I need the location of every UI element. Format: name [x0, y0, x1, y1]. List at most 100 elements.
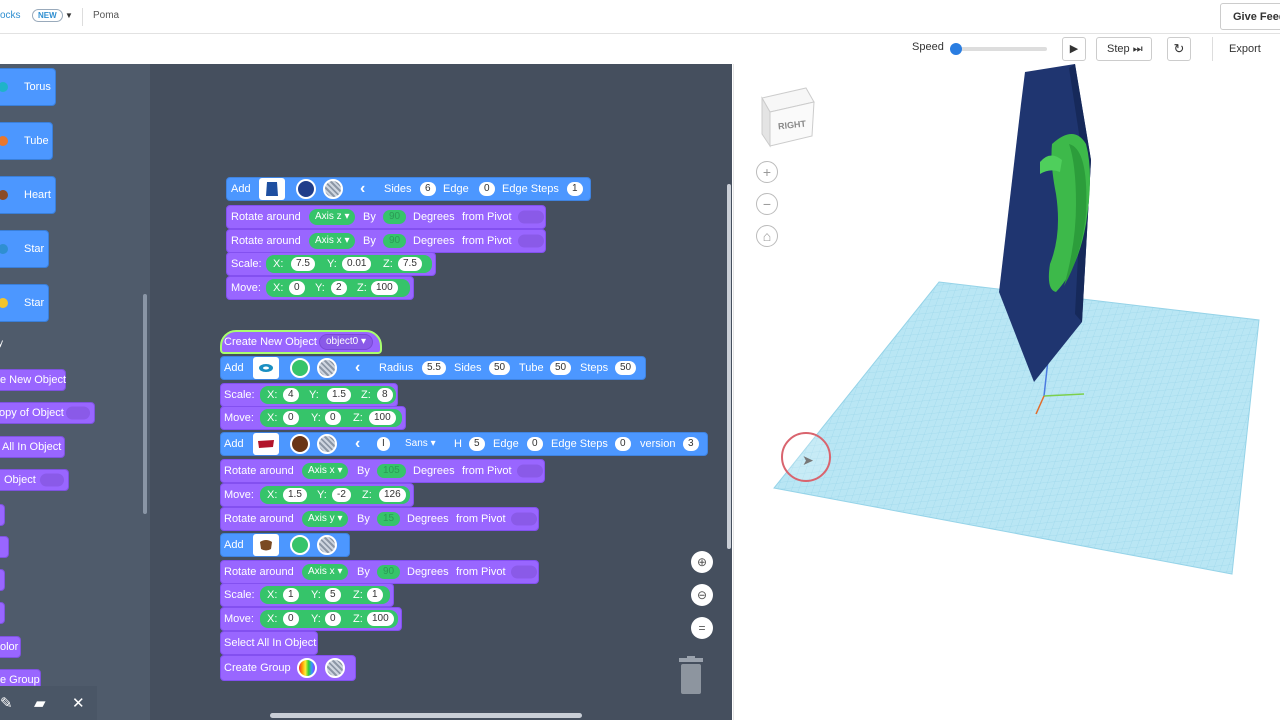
steps-input[interactable]: 50: [615, 361, 637, 375]
view-cube[interactable]: RIGHT: [758, 84, 818, 148]
rainbow-color-picker[interactable]: [297, 658, 317, 678]
edge-input[interactable]: 0: [479, 182, 495, 196]
scale-block[interactable]: Scale: X: 7.5 Y: 0.01 Z: 7.5: [226, 252, 436, 276]
blocks-workspace[interactable]: Add ‹ Sides 6 Edge 0 Edge Steps 1 Rotate…: [150, 64, 732, 720]
close-icon[interactable]: ✕: [72, 694, 85, 712]
palette-star-block[interactable]: Star: [0, 230, 49, 268]
rotate-around-block[interactable]: Rotate around Axis x ▾ By 105 Degrees fr…: [220, 459, 545, 483]
palette-block[interactable]: [0, 602, 5, 624]
scale-x-input[interactable]: 1: [283, 588, 299, 602]
rotate-around-block[interactable]: Rotate around Axis y ▾ By 15 Degrees fro…: [220, 507, 539, 531]
scale-y-input[interactable]: 5: [325, 588, 341, 602]
add-heart-block[interactable]: Add: [220, 533, 350, 557]
palette-color-block[interactable]: olor: [0, 636, 21, 658]
move-block[interactable]: Move: X: 0 Y: 2 Z: 100: [226, 276, 414, 300]
palette-torus-block[interactable]: Torus: [0, 68, 56, 106]
scale-y-input[interactable]: 0.01: [342, 257, 372, 271]
speed-slider-handle[interactable]: [950, 43, 962, 55]
zoom-in-view-icon[interactable]: +: [756, 161, 778, 183]
add-shape-block[interactable]: Add ‹ Sides 6 Edge 0 Edge Steps 1: [226, 177, 591, 201]
app-brand[interactable]: ocks: [0, 10, 21, 21]
zoom-in-icon[interactable]: ⊕: [691, 551, 713, 573]
home-view-icon[interactable]: ⌂: [756, 225, 778, 247]
move-z-input[interactable]: 100: [369, 411, 396, 425]
palette-select-all-block[interactable]: All In Object: [0, 436, 65, 458]
material-picker[interactable]: [317, 358, 337, 378]
shape-thumbnail[interactable]: [253, 357, 279, 379]
degrees-input[interactable]: 90: [383, 234, 407, 248]
scale-block[interactable]: Scale: X: 1 Y: 5 Z: 1: [220, 583, 394, 607]
scale-x-input[interactable]: 4: [283, 388, 299, 402]
palette-tube-block[interactable]: Tube: [0, 122, 53, 160]
text-input[interactable]: I: [377, 437, 390, 451]
create-new-object-block[interactable]: Create New Object object0 ▾: [220, 330, 382, 354]
move-z-input[interactable]: 100: [367, 612, 394, 626]
font-dropdown[interactable]: Sans ▾: [399, 436, 442, 452]
material-picker[interactable]: [317, 434, 337, 454]
degrees-input[interactable]: 105: [377, 464, 406, 478]
pivot-input-slot[interactable]: [511, 512, 537, 526]
palette-block[interactable]: [0, 504, 5, 526]
speed-slider-track[interactable]: [955, 47, 1047, 51]
move-y-input[interactable]: 2: [331, 281, 347, 295]
color-picker[interactable]: [290, 358, 310, 378]
radius-input[interactable]: 5.5: [422, 361, 446, 375]
add-torus-block[interactable]: Add ‹ Radius 5.5 Sides 50 Tube 50 Steps …: [220, 356, 646, 380]
shape-thumbnail[interactable]: [253, 534, 279, 556]
create-group-block[interactable]: Create Group: [220, 655, 356, 681]
eraser-icon[interactable]: ▰: [34, 694, 46, 712]
edge-steps-input[interactable]: 0: [615, 437, 631, 451]
chevron-left-icon[interactable]: ‹: [360, 180, 365, 198]
palette-create-new-object-block[interactable]: e New Object: [0, 369, 66, 391]
material-picker[interactable]: [317, 535, 337, 555]
palette-copy-of-object-block[interactable]: opy of Object: [0, 402, 95, 424]
move-x-input[interactable]: 0: [283, 411, 299, 425]
degrees-input[interactable]: 90: [383, 210, 407, 224]
move-y-input[interactable]: 0: [325, 411, 341, 425]
axis-dropdown[interactable]: Axis z ▾: [309, 209, 356, 225]
pivot-input-slot[interactable]: [517, 464, 543, 478]
step-button[interactable]: Step ⏭: [1096, 37, 1152, 61]
select-all-in-object-block[interactable]: Select All In Object: [220, 631, 318, 655]
pencil-icon[interactable]: ✎: [0, 694, 13, 712]
move-z-input[interactable]: 126: [379, 488, 406, 502]
height-input[interactable]: 5: [469, 437, 485, 451]
chevron-left-icon[interactable]: ‹: [355, 359, 360, 377]
version-input[interactable]: 3: [683, 437, 699, 451]
edge-steps-input[interactable]: 1: [567, 182, 583, 196]
chevron-down-icon[interactable]: ▼: [65, 11, 73, 20]
degrees-input[interactable]: 90: [377, 565, 401, 579]
document-title[interactable]: Poma: [93, 10, 119, 21]
palette-star-block-2[interactable]: Star: [0, 284, 49, 322]
material-picker[interactable]: [325, 658, 345, 678]
degrees-input[interactable]: 15: [377, 512, 401, 526]
object-name-dropdown[interactable]: object0 ▾: [319, 334, 374, 350]
move-block[interactable]: Move: X: 1.5 Y: -2 Z: 126: [220, 483, 414, 507]
scale-block[interactable]: Scale: X: 4 Y: 1.5 Z: 8: [220, 383, 398, 407]
axis-dropdown[interactable]: Axis x ▾: [309, 233, 356, 249]
move-z-input[interactable]: 100: [371, 281, 398, 295]
scale-z-input[interactable]: 7.5: [398, 257, 422, 271]
tube-input[interactable]: 50: [550, 361, 572, 375]
color-picker[interactable]: [290, 434, 310, 454]
palette-scrollbar[interactable]: [143, 294, 147, 514]
scale-x-input[interactable]: 7.5: [291, 257, 315, 271]
palette-block[interactable]: [0, 569, 5, 591]
rotate-around-block[interactable]: Rotate around Axis x ▾ By 90 Degrees fro…: [226, 229, 546, 253]
play-button[interactable]: ▶: [1062, 37, 1086, 61]
trash-icon[interactable]: [677, 656, 705, 696]
color-picker[interactable]: [290, 535, 310, 555]
zoom-out-view-icon[interactable]: −: [756, 193, 778, 215]
axis-dropdown[interactable]: Axis x ▾: [302, 564, 349, 580]
shape-thumbnail[interactable]: [253, 433, 279, 455]
chevron-left-icon[interactable]: ‹: [355, 435, 360, 453]
color-picker[interactable]: [296, 179, 316, 199]
empty-input-slot[interactable]: [40, 473, 64, 487]
pivot-input-slot[interactable]: [518, 234, 544, 248]
move-block[interactable]: Move: X: 0 Y: 0 Z: 100: [220, 607, 402, 631]
move-y-input[interactable]: -2: [332, 488, 351, 502]
workspace-vertical-scrollbar[interactable]: [727, 184, 731, 549]
sides-input[interactable]: 6: [420, 182, 436, 196]
sides-input[interactable]: 50: [489, 361, 511, 375]
move-x-input[interactable]: 0: [283, 612, 299, 626]
